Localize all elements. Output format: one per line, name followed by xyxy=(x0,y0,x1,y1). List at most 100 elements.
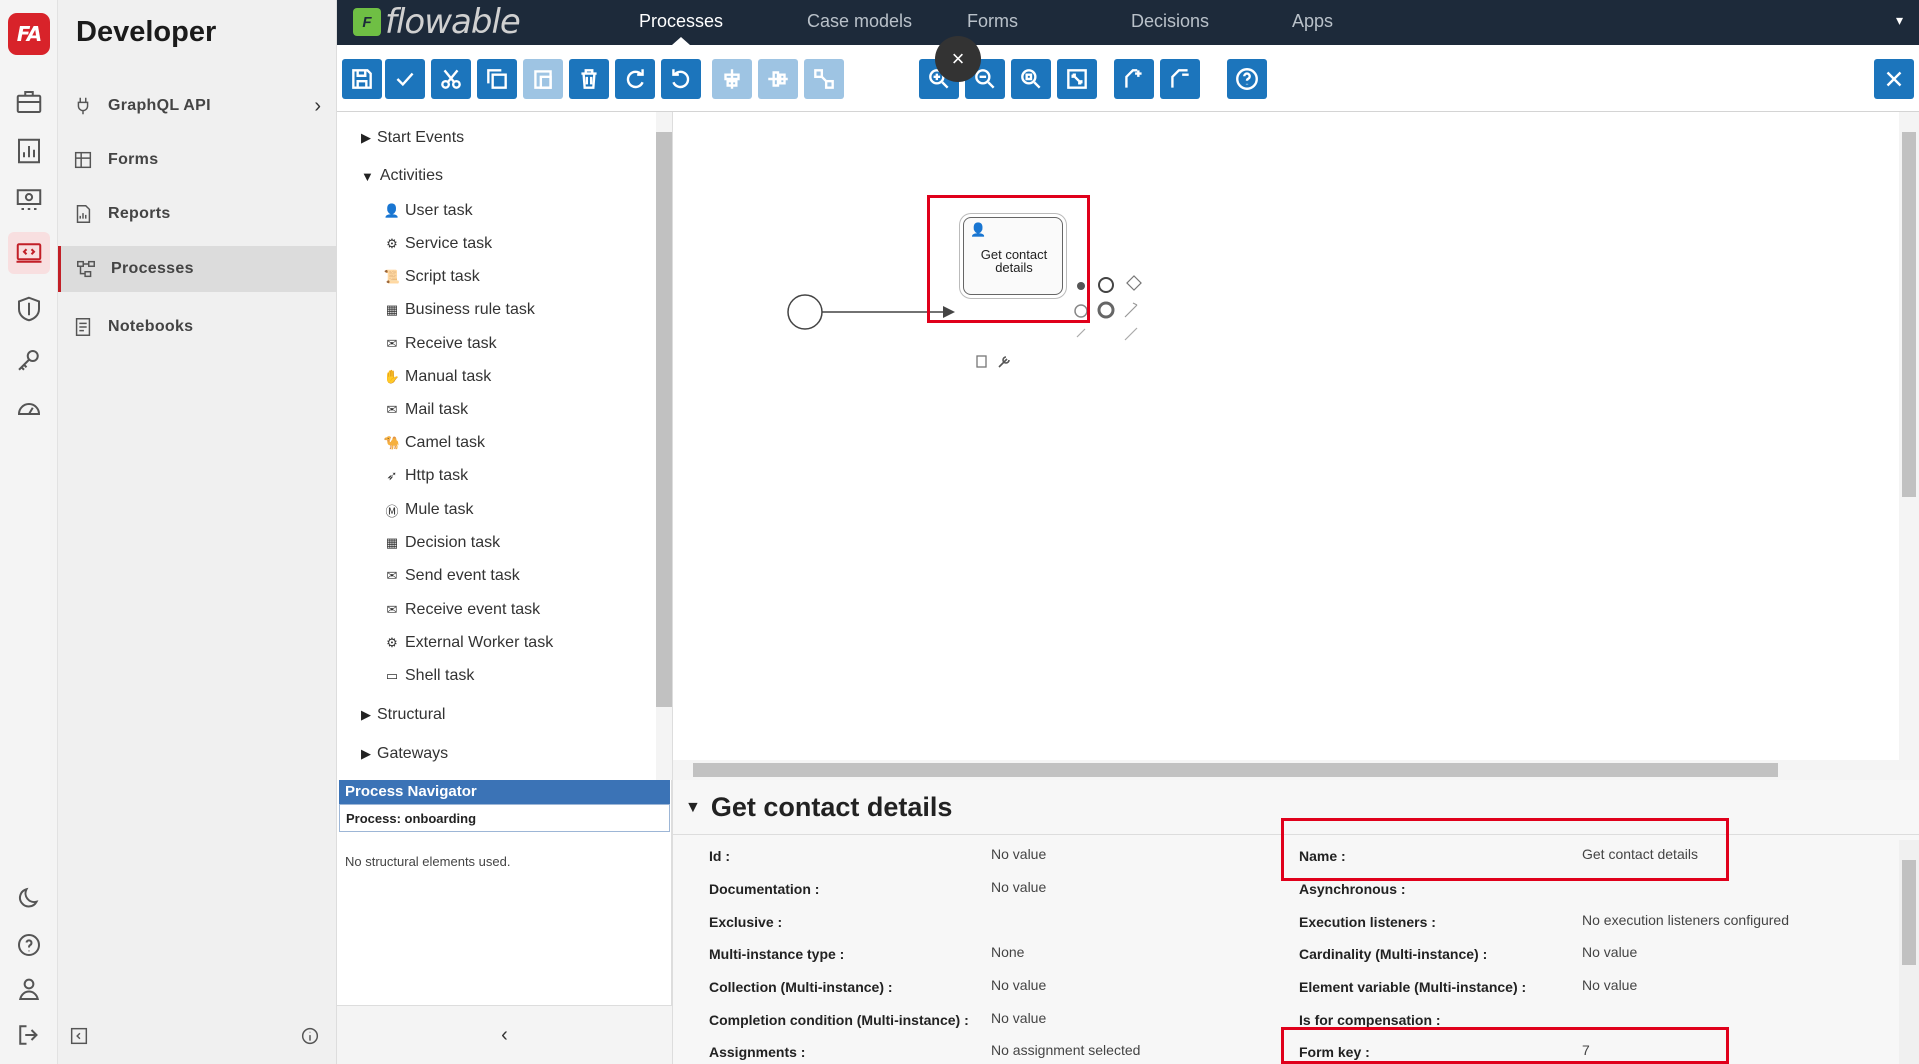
moon-icon[interactable] xyxy=(8,877,50,919)
intermediate-event-icon[interactable] xyxy=(1097,301,1115,319)
collapse-sidebar-icon[interactable] xyxy=(68,1025,90,1047)
palette-item-external-worker-task[interactable]: ⚙ External Worker task xyxy=(383,634,553,652)
validate-icon xyxy=(396,72,414,87)
gauge-icon[interactable] xyxy=(8,388,50,430)
plug-icon xyxy=(77,97,89,115)
palette-item-receive-event-task[interactable]: ✉ Receive event task xyxy=(383,601,541,619)
prop-documentation-value[interactable]: No value xyxy=(991,879,1046,895)
redo-icon xyxy=(626,69,644,89)
flow-icon[interactable] xyxy=(1124,327,1138,341)
palette-group-structural[interactable]: ▶ Structural xyxy=(361,706,445,724)
prop-execution-listeners-value[interactable]: No execution listeners configured xyxy=(1582,912,1789,928)
palette-item-http-task[interactable]: ➶ Http task xyxy=(383,467,469,485)
palette-group-gateways[interactable]: ▶ Gateways xyxy=(361,745,448,763)
palette-group-activities[interactable]: ▼ Activities xyxy=(361,167,443,185)
redo-button[interactable] xyxy=(615,59,655,99)
tab-processes[interactable]: Processes xyxy=(639,11,723,32)
help-button[interactable] xyxy=(1227,59,1267,99)
prop-collection-value[interactable]: No value xyxy=(991,977,1046,993)
palette-item-shell-task[interactable]: ▭ Shell task xyxy=(383,667,475,685)
palette-scrollbar-thumb[interactable] xyxy=(656,132,672,707)
prop-assignments-value[interactable]: No assignment selected xyxy=(991,1042,1140,1058)
help-icon[interactable] xyxy=(8,924,50,966)
copy-icon xyxy=(487,69,507,89)
money-icon[interactable] xyxy=(8,178,50,220)
align-horizontal-button[interactable] xyxy=(712,59,752,99)
tab-decisions[interactable]: Decisions xyxy=(1131,11,1209,32)
sidebar-item-graphql-api[interactable]: GraphQL API › xyxy=(58,83,337,129)
palette-item-send-event-task[interactable]: ✉ Send event task xyxy=(383,567,520,585)
validate-button[interactable] xyxy=(385,59,425,99)
palette-item-script-task[interactable]: 📜 Script task xyxy=(383,268,480,286)
prop-element-variable-value[interactable]: No value xyxy=(1582,977,1637,993)
undo-button[interactable] xyxy=(661,59,701,99)
palette-item-mule-task[interactable]: Ⓜ Mule task xyxy=(383,501,473,519)
palette-item-manual-task[interactable]: ✋ Manual task xyxy=(383,368,491,386)
zoom-actual-button[interactable] xyxy=(1011,59,1051,99)
palette-group-start-events[interactable]: ▶ Start Events xyxy=(361,129,464,147)
sidebar-item-reports[interactable]: Reports xyxy=(58,191,337,237)
canvas-horizontal-thumb[interactable] xyxy=(693,763,1778,777)
copy-button[interactable] xyxy=(477,59,517,99)
chevron-down-icon[interactable]: ▾ xyxy=(1896,12,1903,29)
properties-scrollbar-thumb[interactable] xyxy=(1902,860,1916,965)
shield-icon[interactable] xyxy=(8,288,50,330)
briefcase-icon[interactable] xyxy=(8,81,50,123)
tab-case-models[interactable]: Case models xyxy=(807,11,912,32)
prop-completion-condition-value[interactable]: No value xyxy=(991,1010,1046,1026)
navigator-process-item[interactable]: Process: onboarding xyxy=(339,804,670,832)
dashboard-icon[interactable] xyxy=(8,130,50,172)
palette-item-mail-task[interactable]: ✉ Mail task xyxy=(383,401,469,419)
start-event[interactable] xyxy=(787,294,823,330)
palette-item-label: Send event task xyxy=(405,567,520,584)
canvas-vertical-thumb[interactable] xyxy=(1902,132,1916,497)
end-event-icon[interactable] xyxy=(1098,277,1114,293)
wrench-icon[interactable] xyxy=(998,356,1010,368)
delete-button[interactable] xyxy=(569,59,609,99)
association-icon[interactable] xyxy=(1124,302,1138,318)
connector-icon[interactable] xyxy=(1076,328,1086,338)
prop-documentation-label: Documentation : xyxy=(709,881,820,897)
hand-icon: ✋ xyxy=(383,369,401,384)
sidebar-item-forms[interactable]: Forms xyxy=(58,137,337,183)
sidebar-item-notebooks[interactable]: Notebooks xyxy=(58,304,337,350)
paste-button[interactable] xyxy=(523,59,563,99)
user-icon[interactable] xyxy=(8,968,50,1010)
zoom-fit-button[interactable] xyxy=(1057,59,1097,99)
close-editor-button[interactable] xyxy=(1874,59,1914,99)
add-bendpoint-button[interactable] xyxy=(1114,59,1154,99)
tab-forms[interactable]: Forms xyxy=(967,11,1018,32)
palette-item-label: Mail task xyxy=(405,401,469,418)
palette-item-user-task[interactable]: 👤 User task xyxy=(383,202,473,220)
key-icon[interactable] xyxy=(8,340,50,382)
cut-button[interactable] xyxy=(431,59,471,99)
save-icon xyxy=(352,69,372,89)
save-button[interactable] xyxy=(342,59,382,99)
palette-item-service-task[interactable]: ⚙ Service task xyxy=(383,235,492,253)
gateway-icon[interactable] xyxy=(1126,275,1142,291)
palette-item-business-rule-task[interactable]: ▦ Business rule task xyxy=(383,301,535,319)
diagram-canvas[interactable]: 👤 Get contact details xyxy=(672,112,1919,780)
prop-id-value[interactable]: No value xyxy=(991,846,1046,862)
process-icon xyxy=(77,260,95,278)
trash-icon[interactable] xyxy=(976,355,987,368)
info-icon[interactable] xyxy=(299,1025,321,1047)
chevron-right-icon[interactable]: › xyxy=(314,95,321,118)
sidebar-item-processes[interactable]: Processes xyxy=(58,246,337,292)
properties-title[interactable]: ▼ Get contact details xyxy=(685,792,952,823)
table-icon xyxy=(74,151,92,169)
logout-icon[interactable] xyxy=(8,1014,50,1056)
collapse-panel-button[interactable]: ‹ xyxy=(337,1005,672,1064)
align-vertical-button[interactable] xyxy=(758,59,798,99)
palette-item-decision-task[interactable]: ▦ Decision task xyxy=(383,534,500,552)
prop-multi-instance-type-value[interactable]: None xyxy=(991,944,1024,960)
remove-bendpoint-button[interactable] xyxy=(1160,59,1200,99)
tab-apps[interactable]: Apps xyxy=(1292,11,1333,32)
palette-item-camel-task[interactable]: 🐪 Camel task xyxy=(383,434,485,452)
same-size-button[interactable] xyxy=(804,59,844,99)
flowable-app-logo[interactable]: FA xyxy=(8,13,50,55)
developer-icon[interactable] xyxy=(8,232,50,274)
palette-item-receive-task[interactable]: ✉ Receive task xyxy=(383,335,497,353)
floating-close-button[interactable]: × xyxy=(935,36,981,82)
prop-cardinality-value[interactable]: No value xyxy=(1582,944,1637,960)
